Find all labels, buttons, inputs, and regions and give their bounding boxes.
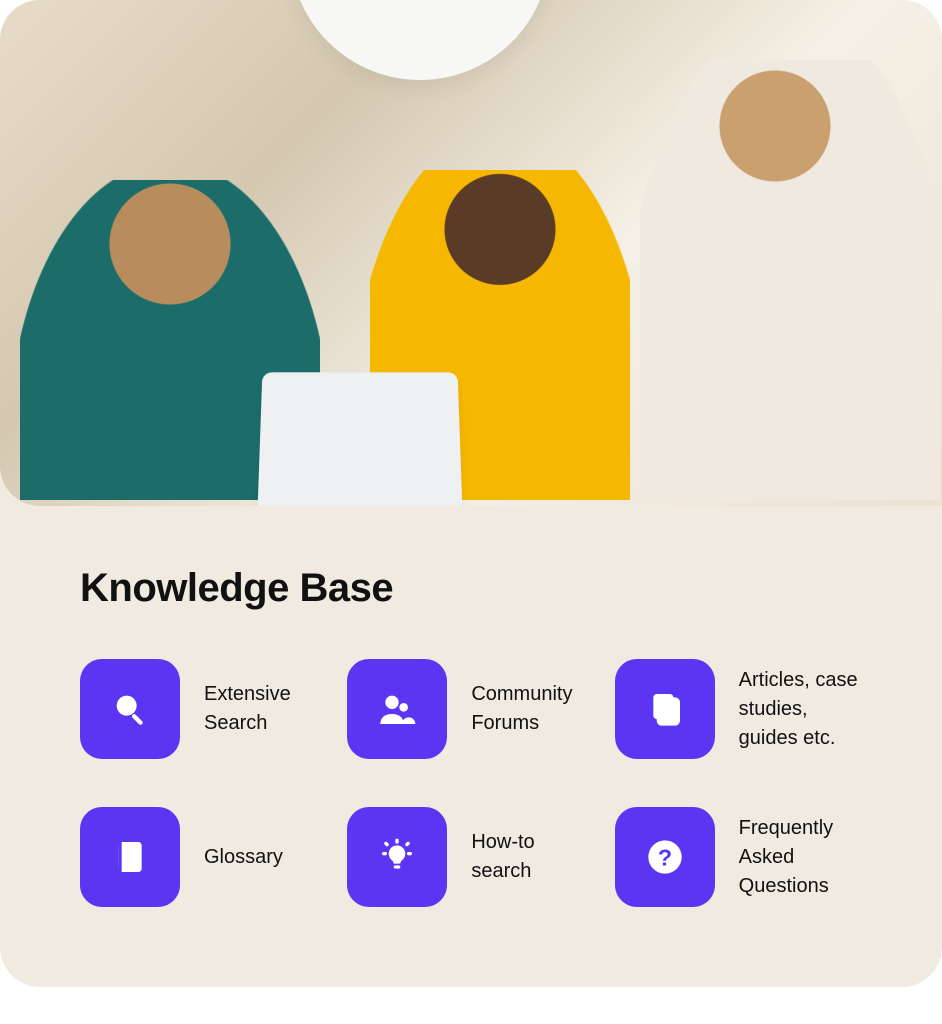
- feature-faq[interactable]: ? Frequently Asked Questions: [615, 807, 862, 907]
- feature-community-forums[interactable]: Community Forums: [347, 659, 594, 759]
- feature-articles[interactable]: Articles, case studies, guides etc.: [615, 659, 862, 759]
- feature-glossary[interactable]: Glossary: [80, 807, 327, 907]
- people-icon: [347, 659, 447, 759]
- question-icon: ?: [615, 807, 715, 907]
- knowledge-base-card: Knowledge Base Extensive Search Communit…: [0, 0, 942, 987]
- feature-label: Community Forums: [471, 680, 594, 738]
- content-area: Knowledge Base Extensive Search Communit…: [0, 506, 942, 987]
- feature-label: Extensive Search: [204, 680, 327, 738]
- section-title: Knowledge Base: [80, 566, 862, 611]
- feature-label: Articles, case studies, guides etc.: [739, 666, 862, 753]
- feature-extensive-search[interactable]: Extensive Search: [80, 659, 327, 759]
- documents-icon: [615, 659, 715, 759]
- svg-text:?: ?: [658, 844, 672, 870]
- feature-how-to-search[interactable]: How-to search: [347, 807, 594, 907]
- feature-label: Glossary: [204, 843, 283, 872]
- feature-grid: Extensive Search Community Forums Articl…: [80, 659, 862, 907]
- feature-label: How-to search: [471, 828, 594, 886]
- book-icon: [80, 807, 180, 907]
- hero-image: [0, 0, 942, 506]
- feature-label: Frequently Asked Questions: [739, 814, 862, 901]
- search-icon: [80, 659, 180, 759]
- lightbulb-icon: [347, 807, 447, 907]
